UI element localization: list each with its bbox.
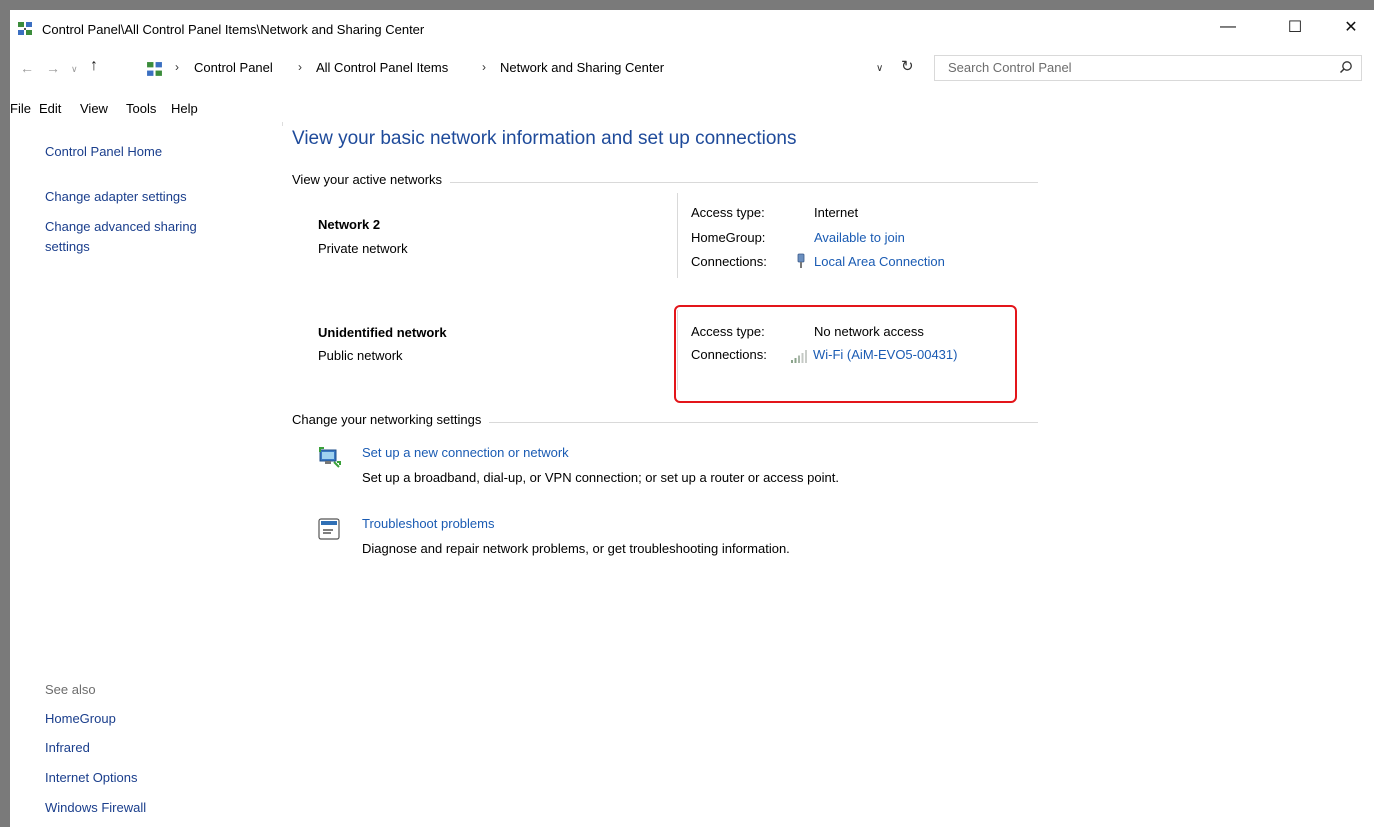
menu-help[interactable]: Help — [171, 101, 198, 116]
breadcrumb-all-items[interactable]: All Control Panel Items — [316, 60, 448, 75]
homegroup-link[interactable]: Available to join — [814, 230, 905, 245]
search-input[interactable]: Search Control Panel — [934, 55, 1362, 81]
menu-edit[interactable]: Edit — [39, 101, 61, 116]
see-also-internet-options[interactable]: Internet Options — [45, 770, 138, 785]
connections-label: Connections: — [691, 254, 767, 269]
control-panel-window: Control Panel\All Control Panel Items\Ne… — [10, 10, 1374, 827]
close-icon: ✕ — [1344, 19, 1358, 36]
troubleshoot-icon[interactable] — [316, 516, 342, 542]
homegroup-label: HomeGroup: — [691, 230, 766, 245]
see-also-homegroup[interactable]: HomeGroup — [45, 711, 116, 726]
sidebar-item-change-advanced-sharing[interactable]: Change advanced sharing — [45, 217, 197, 236]
sidebar-item-change-adapter-settings[interactable]: Change adapter settings — [45, 187, 187, 206]
network-name: Network 2 — [318, 217, 381, 232]
network-divider — [677, 193, 678, 278]
new-connection-icon[interactable] — [316, 444, 342, 470]
network-type: Private network — [318, 241, 408, 256]
see-also-windows-firewall[interactable]: Windows Firewall — [45, 800, 146, 815]
maximize-icon: ☐ — [1287, 19, 1303, 36]
recent-locations-chevron-icon[interactable]: ∨ — [71, 64, 78, 75]
see-also-infrared[interactable]: Infrared — [45, 740, 90, 755]
search-icon[interactable] — [1339, 60, 1353, 74]
ethernet-icon — [797, 253, 805, 268]
minimize-icon: — — [1220, 18, 1236, 35]
control-panel-icon — [147, 62, 162, 76]
sidebar-item-change-advanced-sharing-cont[interactable]: settings — [45, 237, 90, 256]
access-type-label: Access type: — [691, 205, 765, 220]
troubleshoot-description: Diagnose and repair network problems, or… — [362, 541, 790, 556]
minimize-button[interactable]: — — [1205, 10, 1251, 44]
back-arrow-icon[interactable]: ← — [20, 60, 34, 76]
access-type-value: Internet — [814, 205, 859, 220]
page-title: View your basic network information and … — [292, 128, 797, 149]
settings-label: Change your networking settings — [292, 412, 490, 427]
network-type: Public network — [318, 348, 403, 363]
window-title: Control Panel\All Control Panel Items\Ne… — [42, 22, 425, 37]
network-name: Unidentified network — [318, 325, 447, 340]
maximize-button[interactable]: ☐ — [1272, 10, 1318, 44]
close-button[interactable]: ✕ — [1328, 10, 1374, 44]
breadcrumb-separator-icon[interactable]: › — [175, 60, 179, 74]
forward-arrow-icon[interactable]: → — [46, 60, 60, 76]
setup-connection-description: Set up a broadband, dial-up, or VPN conn… — [362, 470, 839, 485]
content-divider — [282, 122, 283, 126]
menu-view[interactable]: View — [80, 101, 108, 116]
breadcrumb-network-center[interactable]: Network and Sharing Center — [500, 60, 664, 75]
breadcrumb-control-panel[interactable]: Control Panel — [194, 60, 273, 75]
highlight-box — [674, 305, 1017, 403]
window-frame-left — [0, 10, 10, 827]
active-networks-label: View your active networks — [292, 172, 451, 187]
sidebar-item-control-panel-home[interactable]: Control Panel Home — [45, 142, 162, 161]
menu-file[interactable]: File — [10, 101, 31, 116]
title-bar[interactable]: Control Panel\All Control Panel Items\Ne… — [10, 10, 1374, 44]
menu-bar: File Edit View Tools Help — [10, 100, 1374, 122]
network-center-icon — [18, 22, 32, 35]
troubleshoot-link[interactable]: Troubleshoot problems — [362, 516, 494, 531]
address-row: ← → ∨ ↑ › Control Panel › All Control Pa… — [10, 54, 1374, 86]
breadcrumb-separator-icon[interactable]: › — [298, 60, 302, 74]
menu-tools[interactable]: Tools — [126, 101, 156, 116]
search-placeholder: Search Control Panel — [948, 60, 1072, 75]
window-frame-top — [0, 0, 1374, 10]
local-area-connection-link[interactable]: Local Area Connection — [814, 254, 945, 269]
breadcrumb-separator-icon[interactable]: › — [482, 60, 486, 74]
refresh-icon[interactable]: ↻ — [901, 57, 914, 75]
up-arrow-icon[interactable]: ↑ — [90, 57, 98, 75]
address-dropdown-icon[interactable]: ∨ — [876, 63, 883, 74]
setup-connection-link[interactable]: Set up a new connection or network — [362, 445, 569, 460]
see-also-label: See also — [45, 682, 96, 697]
